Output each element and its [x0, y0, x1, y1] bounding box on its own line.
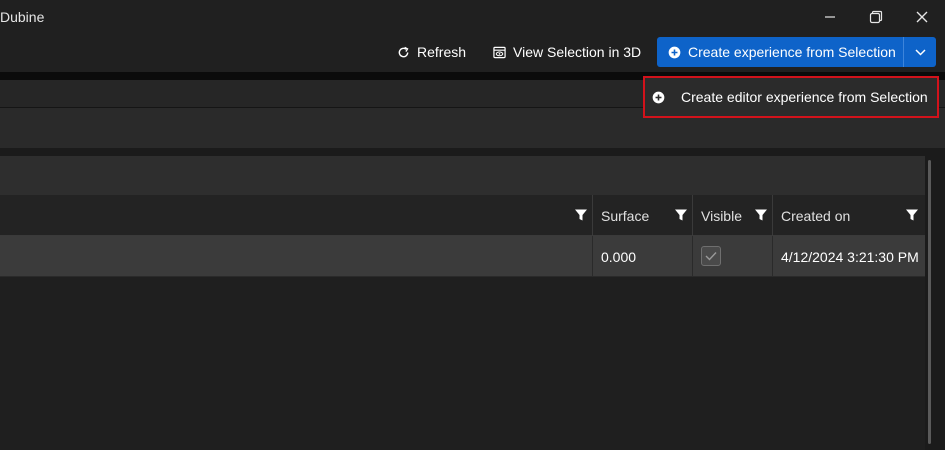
check-icon [705, 252, 717, 261]
filter-icon[interactable] [674, 208, 688, 222]
create-experience-label: Create experience from Selection [688, 44, 896, 60]
cell-divider [772, 236, 773, 277]
column-header-visible[interactable]: Visible [701, 195, 742, 236]
plus-circle-icon [652, 91, 665, 103]
minimize-icon [825, 16, 835, 18]
refresh-button[interactable]: Refresh [397, 37, 466, 67]
restore-icon [869, 10, 883, 24]
chevron-down-icon [914, 48, 926, 56]
column-divider [592, 195, 593, 236]
cell-divider [592, 236, 593, 277]
minimize-button[interactable] [807, 0, 853, 34]
column-divider [772, 195, 773, 236]
plus-circle-icon [668, 46, 681, 58]
scrollbar-thumb[interactable] [928, 160, 931, 444]
window-title: Dubine [0, 9, 45, 25]
refresh-icon [398, 46, 409, 57]
filter-icon[interactable] [905, 208, 919, 222]
section-gap [0, 148, 945, 156]
vertical-scrollbar[interactable] [925, 156, 945, 450]
title-bar: Dubine [0, 0, 945, 34]
menu-item-create-editor-experience[interactable]: Create editor experience from Selection [643, 76, 939, 118]
column-header-surface[interactable]: Surface [601, 195, 649, 236]
view-selection-3d-button[interactable]: View Selection in 3D [493, 37, 641, 67]
create-experience-dropdown-toggle[interactable] [904, 37, 936, 67]
create-experience-button[interactable]: Create experience from Selection [657, 37, 903, 67]
column-header-name[interactable] [0, 195, 592, 236]
cell-surface: 0.000 [601, 248, 637, 265]
view-3d-icon [493, 46, 506, 58]
restore-button[interactable] [853, 0, 899, 34]
filter-icon[interactable] [574, 208, 588, 222]
grid-group-header [0, 156, 925, 195]
table-row[interactable]: 0.000 4/12/2024 3:21:30 PM [0, 236, 925, 277]
menu-item-label: Create editor experience from Selection [681, 89, 928, 105]
filter-icon[interactable] [754, 208, 768, 222]
create-experience-split-button: Create experience from Selection [657, 37, 936, 67]
cell-created-on: 4/12/2024 3:21:30 PM [781, 248, 919, 265]
cell-divider [692, 236, 693, 277]
view-selection-3d-label: View Selection in 3D [513, 44, 642, 60]
grid-panel: Surface Visible Created on 0.000 4/12/20… [0, 156, 925, 450]
refresh-label: Refresh [417, 44, 467, 60]
visible-checkbox[interactable] [701, 246, 721, 266]
close-icon [916, 11, 928, 23]
column-header-created-on[interactable]: Created on [781, 195, 850, 236]
close-button[interactable] [899, 0, 945, 34]
column-divider [692, 195, 693, 236]
grid-header-row: Surface Visible Created on [0, 195, 925, 236]
